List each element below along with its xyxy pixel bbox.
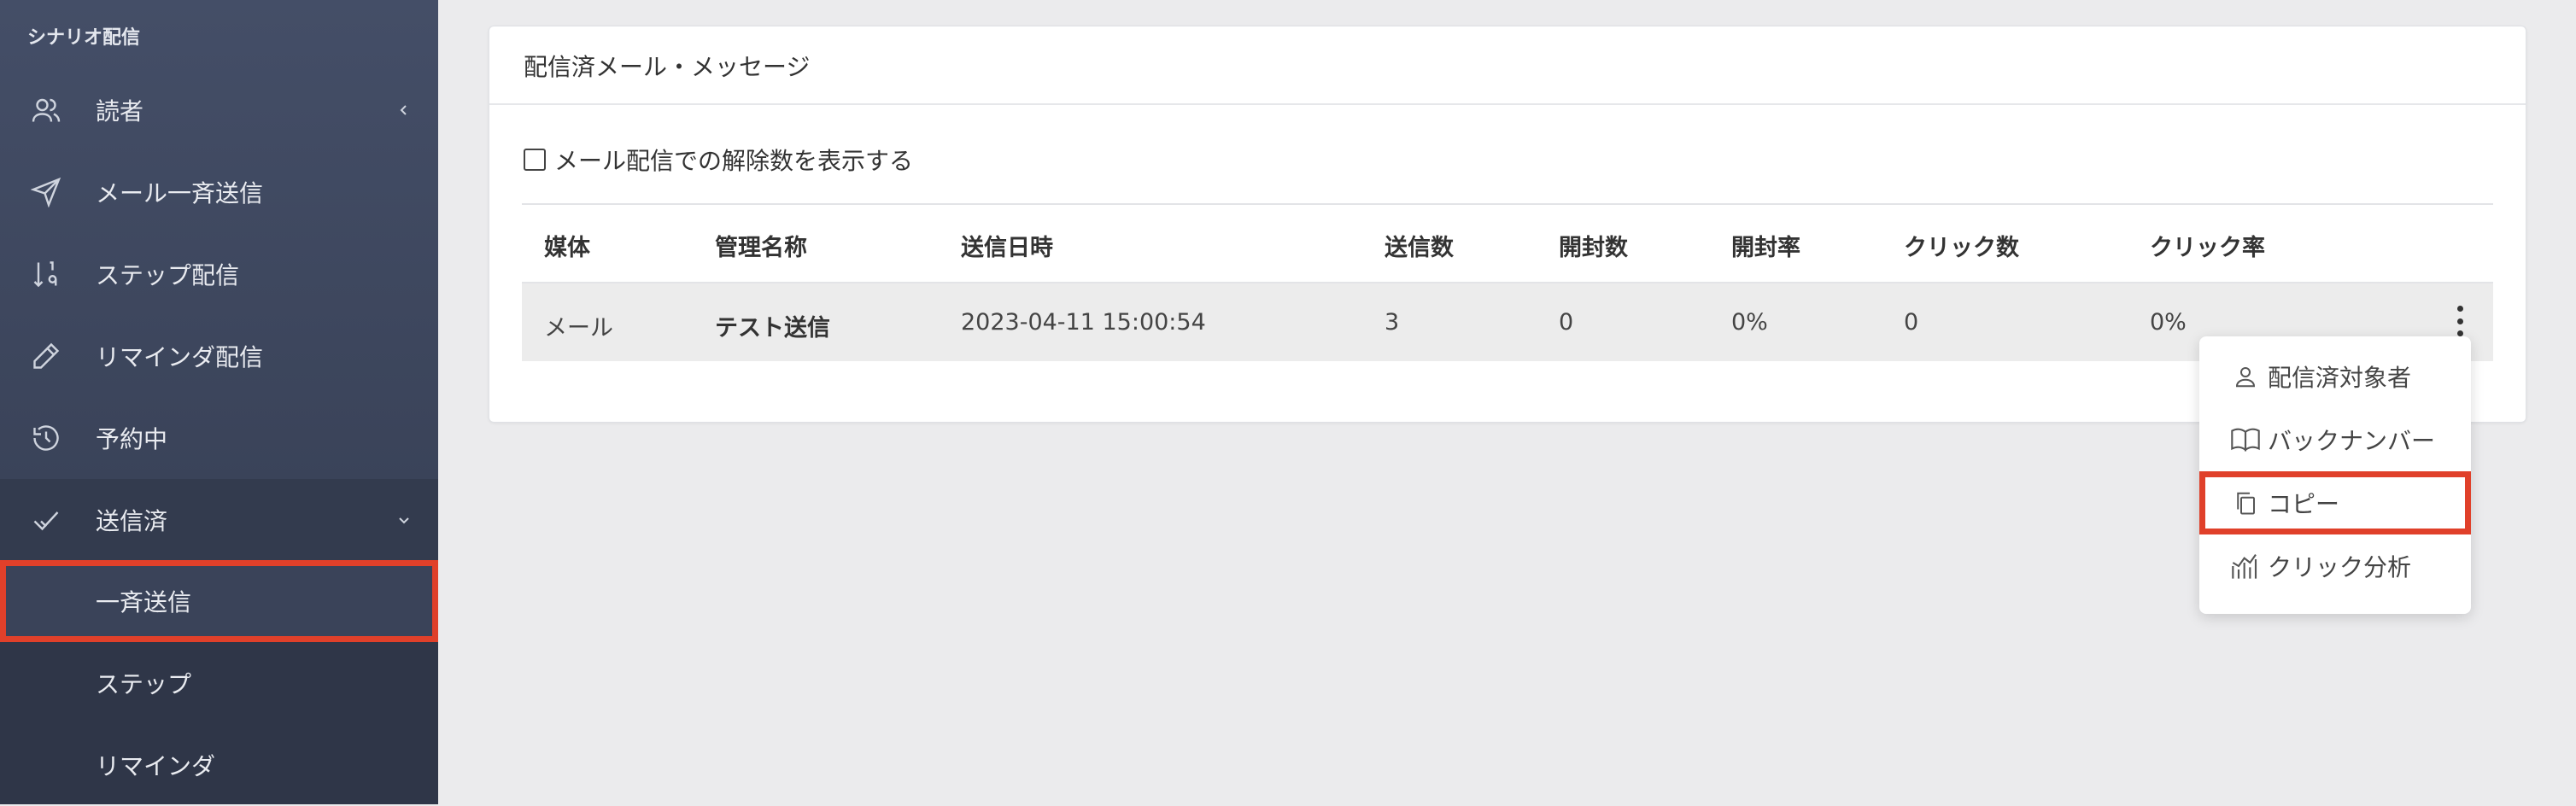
column-header-open-rate[interactable]: 開封率 bbox=[1731, 229, 1800, 262]
column-header-medium[interactable]: 媒体 bbox=[544, 229, 590, 262]
cell-open-rate: 0% bbox=[1731, 309, 1768, 336]
cell-medium: メール bbox=[544, 315, 613, 342]
cell-sent-at: 2023-04-11 15:00:54 bbox=[961, 309, 1206, 336]
show-unsubscribe-checkbox[interactable] bbox=[524, 149, 546, 171]
cell-click-rate: 0% bbox=[2150, 309, 2187, 336]
menu-item-label: コピー bbox=[2268, 490, 2340, 518]
column-header-sent-count[interactable]: 送信数 bbox=[1385, 229, 1454, 262]
sidebar-subitem-label: ステップ bbox=[96, 670, 192, 698]
sidebar-item-label: 送信済 bbox=[96, 507, 168, 535]
column-header-click-count[interactable]: クリック数 bbox=[1904, 229, 2019, 262]
row-menu-icon[interactable] bbox=[2454, 306, 2466, 336]
sidebar-subitem-step[interactable]: ステップ bbox=[0, 642, 438, 724]
sidebar-item-label: メール一斉送信 bbox=[96, 179, 264, 207]
cell-sent-count: 3 bbox=[1385, 309, 1400, 336]
users-icon bbox=[29, 93, 63, 127]
cell-open-count: 0 bbox=[1559, 309, 1574, 336]
table-row[interactable]: メール テスト送信 2023-04-11 15:00:54 3 0 0% 0 0… bbox=[522, 283, 2493, 361]
cell-name[interactable]: テスト送信 bbox=[715, 309, 830, 342]
panel-title: 配信済メール・メッセージ bbox=[524, 53, 811, 81]
sidebar-submenu: 一斉送信 ステップ リマインダ bbox=[0, 560, 438, 804]
sidebar-item-step[interactable]: ステップ配信 bbox=[0, 233, 438, 315]
sidebar-subitem-broadcast[interactable]: 一斉送信 bbox=[0, 560, 438, 642]
book-open-icon bbox=[2230, 424, 2261, 455]
chart-analytics-icon bbox=[2230, 551, 2261, 581]
menu-item-back-number[interactable]: バックナンバー bbox=[2199, 408, 2471, 471]
sidebar: シナリオ配信 読者 メール一斉送信 ステップ配信 リマインダ配信 予約中 送信済… bbox=[0, 0, 438, 804]
column-header-click-rate[interactable]: クリック率 bbox=[2150, 229, 2265, 262]
menu-item-label: クリック分析 bbox=[2268, 553, 2412, 581]
show-unsubscribe-checkbox-row[interactable]: メール配信での解除数を表示する bbox=[524, 143, 913, 177]
cell-click-count: 0 bbox=[1904, 309, 1919, 336]
menu-item-recipients[interactable]: 配信済対象者 bbox=[2199, 345, 2471, 408]
chevron-down-icon bbox=[395, 511, 413, 529]
send-icon bbox=[29, 175, 63, 209]
column-header-sent-at[interactable]: 送信日時 bbox=[961, 229, 1053, 262]
column-header-open-count[interactable]: 開封数 bbox=[1559, 229, 1628, 262]
sidebar-subitem-label: 一斉送信 bbox=[96, 588, 192, 616]
sidebar-item-reminder[interactable]: リマインダ配信 bbox=[0, 315, 438, 397]
table-header: 媒体 管理名称 送信日時 送信数 開封数 開封率 クリック数 クリック率 bbox=[522, 203, 2493, 283]
sent-messages-table: 媒体 管理名称 送信日時 送信数 開封数 開封率 クリック数 クリック率 メール… bbox=[522, 203, 2493, 361]
copy-icon bbox=[2230, 488, 2261, 518]
sidebar-subitem-reminder[interactable]: リマインダ bbox=[0, 724, 438, 806]
sidebar-section-title: シナリオ配信 bbox=[27, 27, 141, 49]
menu-item-copy[interactable]: コピー bbox=[2199, 471, 2471, 534]
check-icon bbox=[29, 503, 63, 537]
sidebar-item-label: ステップ配信 bbox=[96, 261, 240, 289]
sort-numeric-icon bbox=[29, 257, 63, 291]
sidebar-subitem-label: リマインダ bbox=[96, 752, 216, 780]
menu-item-click-analysis[interactable]: クリック分析 bbox=[2199, 534, 2471, 598]
pencil-icon bbox=[29, 339, 63, 373]
user-icon bbox=[2230, 361, 2261, 392]
chevron-left-icon bbox=[395, 102, 413, 119]
menu-item-label: バックナンバー bbox=[2268, 427, 2436, 455]
column-header-name[interactable]: 管理名称 bbox=[715, 229, 807, 262]
sidebar-item-scheduled[interactable]: 予約中 bbox=[0, 397, 438, 479]
sidebar-item-label: 読者 bbox=[96, 97, 144, 126]
sidebar-item-label: リマインダ配信 bbox=[96, 343, 264, 371]
history-icon bbox=[29, 421, 63, 455]
row-action-menu: 配信済対象者 バックナンバー コピー クリック分析 bbox=[2199, 336, 2471, 614]
sidebar-item-readers[interactable]: 読者 bbox=[0, 69, 438, 151]
panel-header: 配信済メール・メッセージ bbox=[489, 26, 2526, 105]
menu-item-label: 配信済対象者 bbox=[2268, 364, 2412, 392]
sidebar-item-label: 予約中 bbox=[96, 425, 168, 453]
checkbox-label: メール配信での解除数を表示する bbox=[554, 147, 914, 175]
sidebar-item-sent[interactable]: 送信済 bbox=[0, 479, 438, 561]
sidebar-item-mail-broadcast[interactable]: メール一斉送信 bbox=[0, 151, 438, 233]
